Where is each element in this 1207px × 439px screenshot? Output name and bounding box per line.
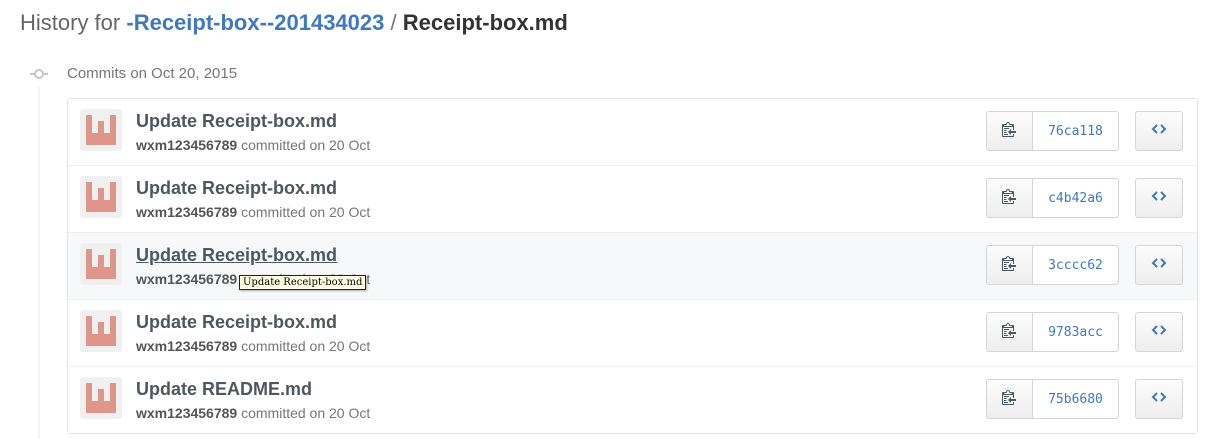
commit-title-link[interactable]: Update Receipt-box.md — [136, 111, 337, 132]
git-commit-icon — [29, 64, 49, 84]
sha-button-group: c4b42a6 — [986, 178, 1119, 218]
commit-row: Update Receipt-box.md wxm123456789 commi… — [68, 232, 1197, 299]
browse-code-button[interactable] — [1135, 245, 1183, 285]
code-icon — [1151, 256, 1167, 275]
commit-title-link[interactable]: Update Receipt-box.md — [136, 178, 337, 199]
commit-date: committed on 20 Oct — [241, 137, 371, 153]
commit-title-link[interactable]: Update README.md — [136, 379, 312, 400]
commit-row: Update Receipt-box.md wxm123456789 commi… — [68, 299, 1197, 366]
commit-row: Update Receipt-box.md wxm123456789 commi… — [68, 99, 1197, 165]
code-icon — [1151, 122, 1167, 141]
sha-button-group: 3cccc62 — [986, 245, 1119, 285]
author-link[interactable]: wxm123456789 — [136, 137, 237, 153]
copy-sha-button[interactable] — [987, 380, 1033, 418]
browse-code-button[interactable] — [1135, 312, 1183, 352]
timeline-line — [38, 86, 40, 439]
commit-sha-link[interactable]: 75b6680 — [1033, 380, 1118, 418]
browse-code-button[interactable] — [1135, 178, 1183, 218]
avatar[interactable] — [80, 310, 122, 352]
commit-group-title: Commits on Oct 20, 2015 — [67, 65, 238, 82]
copy-sha-button[interactable] — [987, 246, 1033, 284]
commit-meta: wxm123456789 committed on 20 Oct — [136, 137, 370, 153]
copy-sha-button[interactable] — [987, 313, 1033, 351]
commit-date: committed on 20 Oct — [241, 204, 371, 220]
author-link[interactable]: wxm123456789 — [136, 204, 237, 220]
avatar[interactable] — [80, 109, 122, 151]
author-link[interactable]: wxm123456789 — [136, 338, 237, 354]
commit-date: committed on 20 Oct — [241, 405, 371, 421]
clippy-icon — [1001, 255, 1018, 276]
browse-code-button[interactable] — [1135, 379, 1183, 419]
clippy-icon — [1001, 322, 1018, 343]
commit-meta: wxm123456789 committed on 20 Oct — [136, 405, 370, 421]
clippy-icon — [1001, 389, 1018, 410]
commit-date: committed on 20 Oct — [241, 338, 371, 354]
commit-row: Update Receipt-box.md wxm123456789 commi… — [68, 165, 1197, 232]
author-link[interactable]: wxm123456789 — [136, 405, 237, 421]
clippy-icon — [1001, 188, 1018, 209]
copy-sha-button[interactable] — [987, 179, 1033, 217]
commit-list: Update Receipt-box.md wxm123456789 commi… — [67, 98, 1198, 434]
commit-title-link[interactable]: Update Receipt-box.md — [136, 312, 337, 333]
code-icon — [1151, 390, 1167, 409]
browse-code-button[interactable] — [1135, 111, 1183, 151]
avatar[interactable] — [80, 243, 122, 285]
commit-sha-link[interactable]: 76ca118 — [1033, 112, 1118, 150]
sha-button-group: 76ca118 — [986, 111, 1119, 151]
clippy-icon — [1001, 121, 1018, 142]
commit-row: Update README.md wxm123456789 committed … — [68, 366, 1197, 433]
sha-button-group: 9783acc — [986, 312, 1119, 352]
commit-sha-link[interactable]: 9783acc — [1033, 313, 1118, 351]
copy-sha-button[interactable] — [987, 112, 1033, 150]
avatar[interactable] — [80, 377, 122, 419]
history-prefix: History for — [20, 10, 121, 35]
sha-button-group: 75b6680 — [986, 379, 1119, 419]
code-icon — [1151, 189, 1167, 208]
commit-meta: wxm123456789 committed on 20 Oct — [136, 338, 370, 354]
commit-sha-link[interactable]: c4b42a6 — [1033, 179, 1118, 217]
author-link[interactable]: wxm123456789 — [136, 271, 237, 287]
repo-link[interactable]: -Receipt-box--201434023 — [126, 10, 384, 35]
commit-sha-link[interactable]: 3cccc62 — [1033, 246, 1118, 284]
avatar[interactable] — [80, 176, 122, 218]
path-separator: / — [390, 10, 397, 35]
commit-meta: wxm123456789 committed on 20 Oct — [136, 204, 370, 220]
title-tooltip: Update Receipt-box.md — [239, 275, 367, 290]
page-title: History for -Receipt-box--201434023 / Re… — [20, 10, 568, 36]
file-name: Receipt-box.md — [402, 10, 568, 35]
commit-title-link[interactable]: Update Receipt-box.md — [136, 245, 337, 266]
code-icon — [1151, 323, 1167, 342]
